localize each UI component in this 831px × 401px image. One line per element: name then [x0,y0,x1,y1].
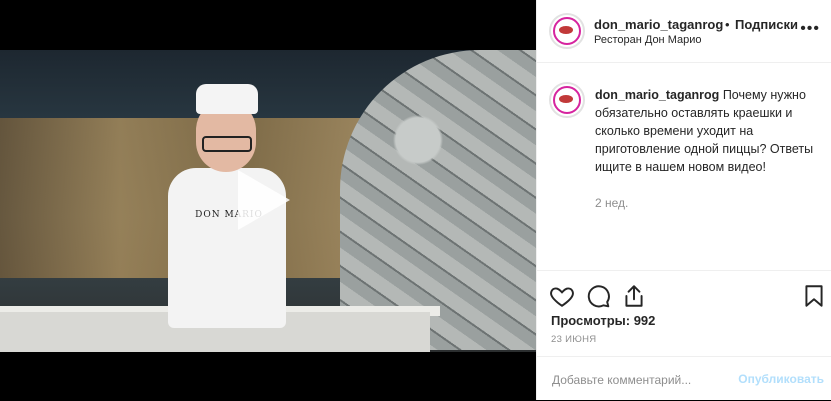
play-icon[interactable] [238,170,290,230]
caption-avatar[interactable] [549,82,585,118]
video-player[interactable]: DON MARIO [0,0,536,400]
caption-text-block: don_mario_taganrog Почему нужно обязател… [595,86,825,176]
post-date: 23 ИЮНЯ [551,334,597,345]
follow-button[interactable]: Подписки [735,17,798,32]
avatar[interactable] [549,13,585,49]
publish-button[interactable]: Опубликовать [738,372,824,386]
chef-hat [196,84,258,114]
bookmark-icon[interactable] [801,283,827,309]
views-count[interactable]: Просмотры: 992 [551,313,655,328]
more-icon[interactable]: ••• [800,20,820,38]
caption-username[interactable]: don_mario_taganrog [595,88,719,102]
heart-icon[interactable] [549,283,575,309]
chef-figure: DON MARIO [150,70,320,330]
post-header: don_mario_taganrog • Подписки Ресторан Д… [537,0,831,63]
comment-input[interactable] [550,372,754,388]
post-age[interactable]: 2 нед. [595,196,628,210]
pizza-oven [340,50,536,350]
comment-form: Опубликовать [537,356,831,401]
post-panel: don_mario_taganrog • Подписки Ресторан Д… [536,0,831,400]
location-link[interactable]: Ресторан Дон Марио [594,34,701,46]
share-icon[interactable] [621,283,647,309]
chef-glasses [202,136,252,152]
comment-icon[interactable] [585,283,611,309]
header-separator: • [725,17,730,32]
header-username[interactable]: don_mario_taganrog [594,17,723,32]
